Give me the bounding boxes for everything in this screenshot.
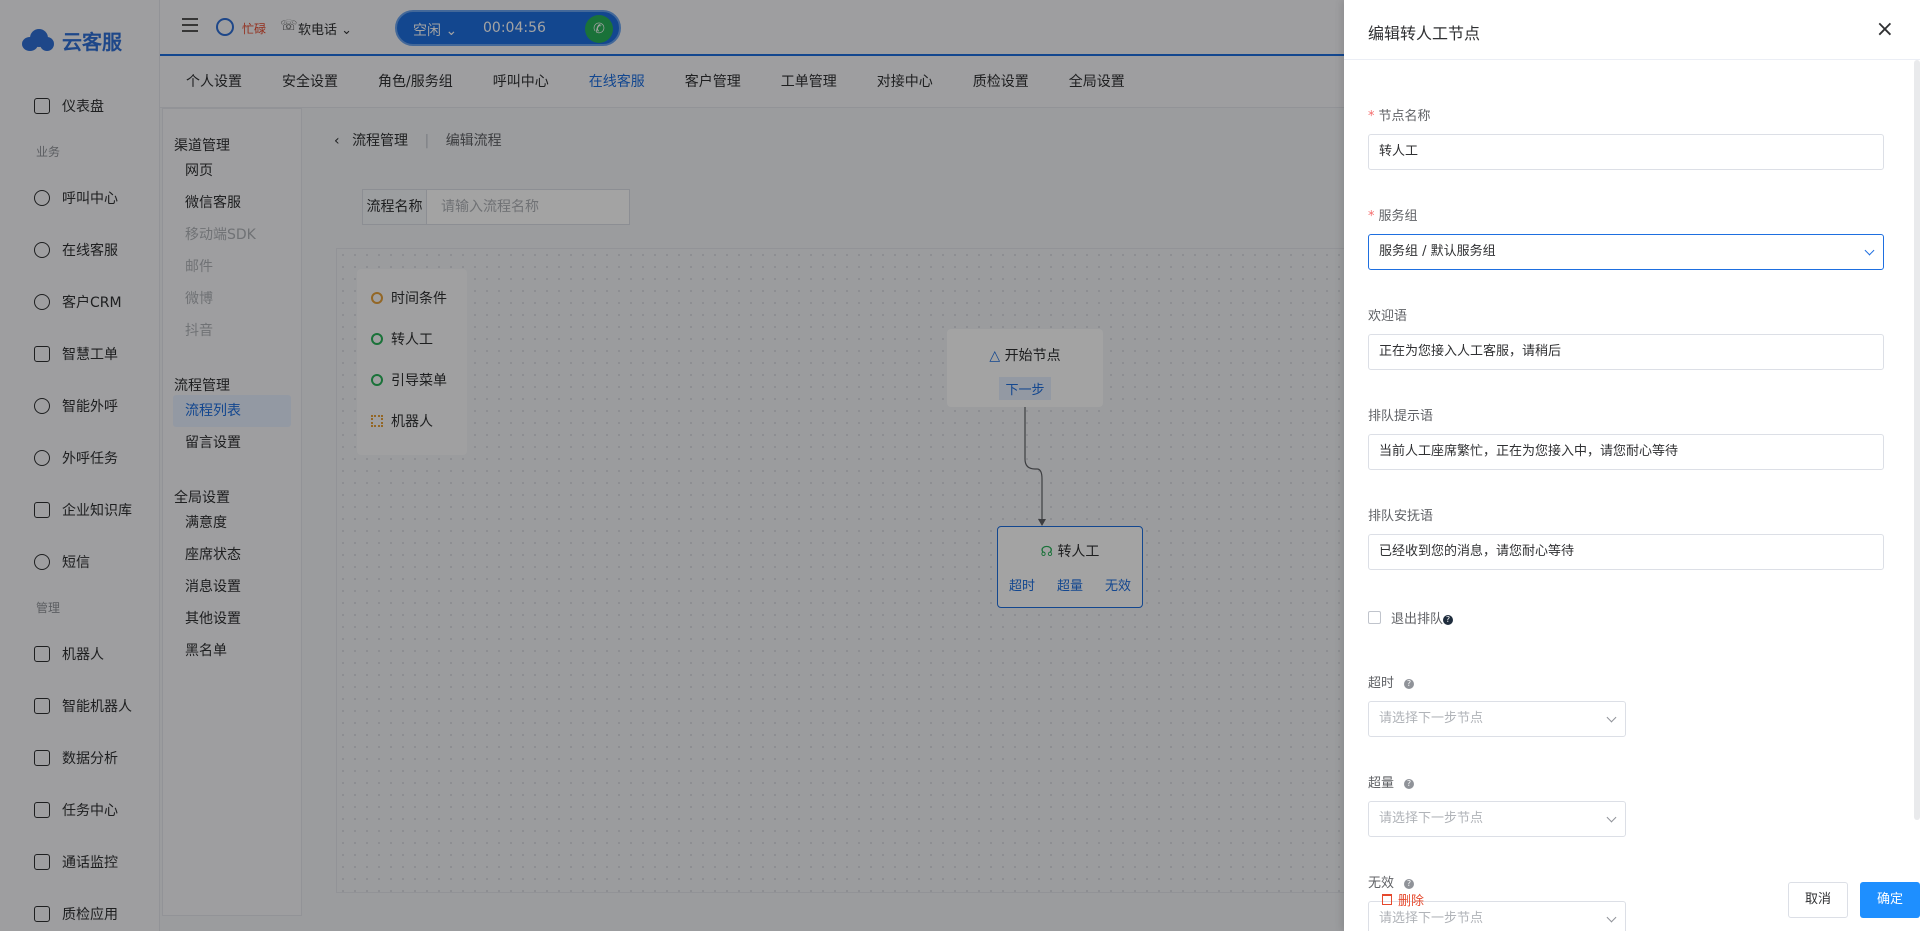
help-icon[interactable]: ?: [1443, 614, 1454, 625]
overflow-label: 超量?: [1368, 775, 1884, 793]
drawer-footer: 删除 取消 确定: [1368, 882, 1920, 918]
queue-soothe-label: 排队安抚语: [1368, 509, 1434, 524]
service-group-label: * 服务组: [1368, 208, 1884, 226]
form-item-queue-soothe: 排队安抚语 已经收到您的消息，请您耐心等待: [1368, 508, 1884, 570]
timeout-label: 超时?: [1368, 675, 1884, 693]
delete-label: 删除: [1398, 894, 1425, 909]
exit-queue-checkbox-row[interactable]: 退出排队?: [1368, 608, 1884, 627]
confirm-button[interactable]: 确定: [1860, 882, 1920, 918]
chevron-down-icon: [1606, 812, 1617, 823]
chevron-down-icon: [1606, 712, 1617, 723]
timeout-placeholder: 请选择下一步节点: [1379, 711, 1484, 726]
modal-overlay[interactable]: [0, 0, 1344, 931]
form-item-timeout: 超时? 请选择下一步节点: [1368, 675, 1884, 737]
cancel-button[interactable]: 取消: [1788, 882, 1848, 918]
service-group-value: 服务组 / 默认服务组: [1379, 244, 1496, 259]
exit-queue-label-text: 退出排队: [1391, 612, 1444, 627]
drawer-header: 编辑转人工节点 ×: [1344, 0, 1920, 60]
drawer-scrollbar[interactable]: [1914, 60, 1920, 820]
queue-tip-label: 排队提示语: [1368, 409, 1434, 424]
service-group-select[interactable]: 服务组 / 默认服务组: [1368, 234, 1884, 270]
overflow-placeholder: 请选择下一步节点: [1379, 811, 1484, 826]
required-mark: *: [1368, 109, 1375, 124]
form-item-node-name: * 节点名称 转人工: [1368, 108, 1884, 170]
welcome-label: 欢迎语: [1368, 309, 1408, 324]
node-name-input[interactable]: 转人工: [1368, 134, 1884, 170]
node-name-label-text: 节点名称: [1378, 109, 1431, 124]
edit-node-drawer: 编辑转人工节点 × * 节点名称 转人工 * 服务组 服务组 / 默认服务组 欢迎语…: [1344, 0, 1920, 931]
delete-button[interactable]: 删除: [1382, 890, 1424, 909]
chevron-down-icon: [1864, 245, 1875, 256]
timeout-next-select[interactable]: 请选择下一步节点: [1368, 701, 1626, 737]
node-name-label: * 节点名称: [1368, 108, 1884, 126]
service-group-label-text: 服务组: [1378, 209, 1418, 224]
form-item-overflow: 超量? 请选择下一步节点: [1368, 775, 1884, 837]
queue-soothe-input[interactable]: 已经收到您的消息，请您耐心等待: [1368, 534, 1884, 570]
trash-icon: [1382, 894, 1392, 905]
node-form: * 节点名称 转人工 * 服务组 服务组 / 默认服务组 欢迎语 正在为您接入人工客…: [1368, 60, 1884, 931]
overflow-label-text: 超量: [1368, 776, 1395, 791]
close-icon[interactable]: ×: [1876, 19, 1894, 41]
help-icon[interactable]: ?: [1404, 778, 1415, 789]
required-mark: *: [1368, 209, 1375, 224]
queue-tip-input[interactable]: 当前人工座席繁忙，正在为您接入中，请您耐心等待: [1368, 434, 1884, 470]
form-item-service-group: * 服务组 服务组 / 默认服务组: [1368, 208, 1884, 270]
drawer-title: 编辑转人工节点: [1368, 24, 1481, 43]
help-icon[interactable]: ?: [1404, 678, 1415, 689]
exit-queue-label: 退出排队?: [1391, 608, 1454, 627]
form-item-welcome: 欢迎语 正在为您接入人工客服，请稍后: [1368, 308, 1884, 370]
timeout-label-text: 超时: [1368, 676, 1395, 691]
overflow-next-select[interactable]: 请选择下一步节点: [1368, 801, 1626, 837]
form-item-queue-tip: 排队提示语 当前人工座席繁忙，正在为您接入中，请您耐心等待: [1368, 408, 1884, 470]
exit-queue-checkbox[interactable]: [1368, 611, 1381, 624]
welcome-input[interactable]: 正在为您接入人工客服，请稍后: [1368, 334, 1884, 370]
